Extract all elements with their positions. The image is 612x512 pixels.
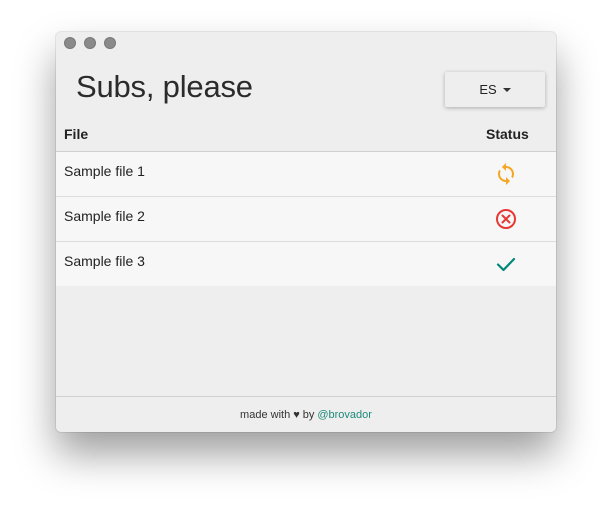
- files-table: File Status Sample file 1 Sample file 2 …: [56, 118, 556, 286]
- title-bar: [56, 32, 556, 54]
- heart-icon: ♥: [293, 409, 300, 421]
- file-name: Sample file 2: [64, 208, 145, 224]
- table-row[interactable]: Sample file 1: [56, 152, 556, 197]
- footer: made with ♥ by @brovador: [56, 396, 556, 432]
- page-title: Subs, please: [76, 69, 253, 104]
- column-header-file: File: [64, 126, 89, 142]
- app-window: Subs, please ES File Status Sample file …: [56, 32, 556, 432]
- close-window-button[interactable]: [64, 37, 76, 49]
- check-icon: [494, 252, 518, 276]
- footer-text: made with: [240, 409, 291, 421]
- file-name: Sample file 1: [64, 163, 145, 179]
- error-icon: [494, 207, 518, 231]
- table-row[interactable]: Sample file 3: [56, 242, 556, 286]
- footer-by: by: [302, 409, 315, 421]
- language-value: ES: [479, 82, 497, 97]
- table-header: File Status: [56, 118, 556, 152]
- caret-down-icon: [502, 87, 511, 92]
- author-link[interactable]: @brovador: [317, 409, 372, 421]
- file-name: Sample file 3: [64, 253, 145, 269]
- column-header-status: Status: [486, 126, 529, 142]
- minimize-window-button[interactable]: [84, 37, 96, 49]
- language-dropdown-button[interactable]: ES: [445, 72, 545, 107]
- sync-icon: [494, 162, 518, 186]
- maximize-window-button[interactable]: [104, 37, 116, 49]
- table-row[interactable]: Sample file 2: [56, 197, 556, 242]
